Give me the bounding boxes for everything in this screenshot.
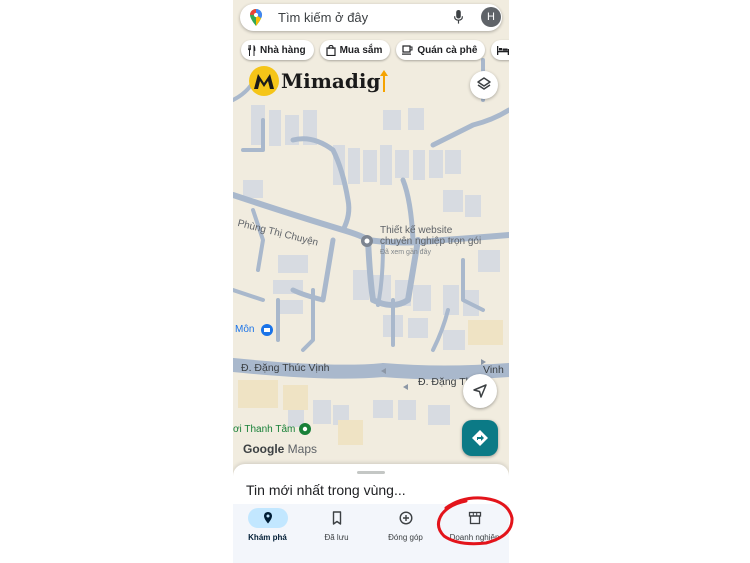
account-avatar[interactable]: H xyxy=(481,7,501,27)
my-location-button[interactable] xyxy=(463,374,497,408)
place-label-mon[interactable]: Môn xyxy=(235,324,254,335)
microphone-icon[interactable] xyxy=(454,10,463,24)
upward-arrow-icon xyxy=(380,70,389,92)
shopping-bag-icon xyxy=(325,44,336,56)
poi-status: Đã xem gần đây xyxy=(380,249,431,256)
bookmark-icon xyxy=(332,511,341,525)
phone-screen: Phùng Thị Chuyện Đ. Đặng Thúc Vịnh Đ. Đặ… xyxy=(233,0,509,563)
sheet-title: Tin mới nhất trong vùng... xyxy=(246,482,406,498)
poi-label-website-design[interactable]: Thiết kế website chuyên nghiệp trọn gói … xyxy=(380,225,481,258)
chip-shopping[interactable]: Mua sắm xyxy=(319,40,391,60)
plus-circle-icon xyxy=(398,511,413,525)
map-pin-icon xyxy=(263,512,272,524)
nav-icon-slot xyxy=(317,508,357,528)
chip-hotels[interactable] xyxy=(491,40,509,60)
hotel-bed-icon xyxy=(497,45,509,55)
nav-label: Đã lưu xyxy=(324,533,349,542)
chip-coffee[interactable]: Quán cà phê xyxy=(396,40,486,60)
nav-active-indicator xyxy=(247,508,288,528)
chip-label: Nhà hàng xyxy=(260,44,306,56)
coffee-cup-icon xyxy=(402,45,413,55)
directions-icon xyxy=(472,430,488,446)
mimadig-wordmark: Mimadig xyxy=(281,69,381,93)
search-input[interactable]: Tìm kiếm ở đây xyxy=(278,10,368,25)
nav-contribute[interactable]: Đóng góp xyxy=(371,508,440,558)
nav-label: Khám phá xyxy=(248,533,287,542)
search-bar[interactable]: Tìm kiếm ở đây H xyxy=(240,4,502,31)
nav-label: Đóng góp xyxy=(388,533,423,542)
nav-icon-slot xyxy=(386,508,426,528)
sheet-drag-handle[interactable] xyxy=(357,471,385,474)
navigation-arrow-icon xyxy=(473,384,487,398)
fork-knife-icon xyxy=(248,44,256,56)
nav-saved[interactable]: Đã lưu xyxy=(302,508,371,558)
chip-restaurants[interactable]: Nhà hàng xyxy=(241,40,314,60)
place-label-thanh-tam[interactable]: ơi Thanh Tâm xyxy=(233,424,295,435)
chip-label: Quán cà phê xyxy=(417,44,478,56)
directions-button[interactable] xyxy=(462,420,498,456)
layers-button[interactable] xyxy=(470,71,498,99)
nav-explore[interactable]: Khám phá xyxy=(233,508,302,558)
mimadig-badge-icon xyxy=(249,66,279,96)
attribution-google: Google xyxy=(243,442,285,456)
category-chips: Nhà hàng Mua sắm Quán cà phê xyxy=(241,40,509,62)
google-maps-attribution: Google Maps xyxy=(243,442,317,456)
highlight-circle-annotation xyxy=(437,496,514,546)
mimadig-logo-watermark: Mimadig xyxy=(249,66,389,96)
chip-label: Mua sắm xyxy=(339,44,383,56)
layers-icon xyxy=(477,77,491,90)
poi-name-line2: chuyên nghiệp trọn gói xyxy=(380,236,482,247)
poi-name-line1: Thiết kế website xyxy=(380,225,453,236)
street-label-dang-thuc-vinh: Đ. Đặng Thúc Vịnh xyxy=(241,362,330,374)
attribution-maps: Maps xyxy=(284,442,318,456)
google-maps-pin-icon xyxy=(250,9,262,26)
